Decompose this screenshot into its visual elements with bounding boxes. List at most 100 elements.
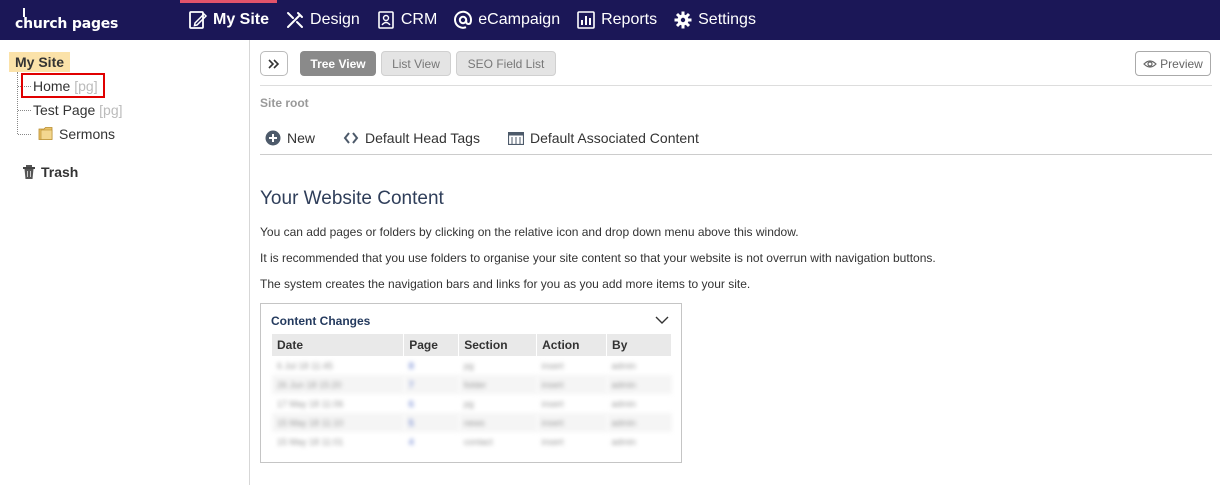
column-header-by[interactable]: By: [606, 334, 672, 356]
cell-by: admin: [606, 413, 672, 432]
edit-page-icon: [188, 10, 208, 30]
tree-connector: [18, 134, 31, 135]
cell-date: 6 Jul 18 11:45: [277, 360, 333, 371]
cell-date: 15 May 18 11:01: [277, 436, 344, 447]
default-associated-content-button[interactable]: Default Associated Content: [507, 130, 699, 146]
page-title: Your Website Content: [260, 188, 444, 209]
content-changes-panel: Content Changes Date Page Section Action…: [260, 303, 682, 463]
list-view-button[interactable]: List View: [381, 51, 451, 76]
page-type-badge: [pg]: [99, 102, 123, 118]
contact-card-icon: [376, 10, 396, 30]
table-row[interactable]: 6 Jul 18 11:45 8 pg insert admin: [272, 356, 672, 375]
nav-design[interactable]: Design: [277, 0, 368, 40]
at-sign-icon: [453, 10, 473, 30]
cell-date: 15 May 18 11:10: [272, 413, 404, 432]
table-row[interactable]: 15 May 18 11:10 5 news insert admin: [272, 413, 672, 432]
preview-label: Preview: [1160, 56, 1203, 71]
trash-label: Trash: [41, 164, 79, 180]
nav-ecampaign[interactable]: eCampaign: [445, 0, 568, 40]
cell-action: insert: [536, 375, 607, 394]
divider: [260, 85, 1212, 86]
preview-button[interactable]: Preview: [1135, 51, 1211, 76]
nav-my-site[interactable]: My Site: [180, 0, 278, 40]
code-brackets-icon: [343, 132, 359, 144]
double-chevron-right-icon: [268, 58, 280, 69]
cell-page-link[interactable]: 6: [404, 394, 459, 413]
logo-text: church pages: [15, 16, 119, 32]
cell-by: admin: [606, 375, 672, 394]
associated-content-label: Default Associated Content: [529, 130, 699, 146]
seo-field-list-button[interactable]: SEO Field List: [456, 51, 556, 76]
nav-label: My Site: [213, 11, 270, 28]
nav-label: CRM: [400, 11, 438, 28]
table-row[interactable]: 15 May 18 11:01 4 contact insert admin: [272, 432, 672, 451]
tree-item-test-page[interactable]: Test Page [pg]: [33, 102, 123, 118]
cell-page-link[interactable]: 5: [403, 413, 459, 432]
cell-section: contact: [463, 436, 493, 447]
nav-label: Reports: [601, 11, 658, 28]
head-tags-label: Default Head Tags: [365, 130, 480, 146]
tree-item-label: Sermons: [59, 126, 116, 142]
cell-action: insert: [541, 398, 564, 409]
tree-view-button[interactable]: Tree View: [300, 51, 376, 76]
column-header-section[interactable]: Section: [458, 334, 538, 356]
cell-action: insert: [536, 413, 607, 432]
tree-item-trash[interactable]: Trash: [22, 164, 78, 180]
tree-connector: [17, 72, 18, 134]
cell-section: folder: [458, 375, 537, 394]
nav-label: Design: [310, 11, 360, 28]
default-head-tags-button[interactable]: Default Head Tags: [343, 130, 480, 146]
new-button[interactable]: New: [265, 130, 315, 146]
trash-icon: [23, 165, 35, 179]
eye-icon: [1143, 59, 1158, 68]
cell-page-link[interactable]: 8: [404, 356, 459, 375]
cell-by: admin: [611, 398, 637, 409]
new-label: New: [287, 130, 316, 146]
cell-date: 26 Jun 18 15:20: [272, 375, 404, 394]
top-navigation-bar: church pages My Site Design CRM eCampaig…: [0, 0, 1220, 40]
tree-item-label: Test Page: [33, 102, 96, 118]
tree-root-my-site[interactable]: My Site: [9, 52, 71, 72]
cell-section: pg: [463, 398, 474, 409]
table-header-row: Date Page Section Action By: [272, 334, 672, 356]
cell-section: news: [458, 413, 537, 432]
gear-icon: [673, 10, 693, 30]
content-changes-title: Content Changes: [271, 314, 371, 328]
site-actions: New Default Head Tags Default Associated…: [260, 128, 727, 148]
table-row[interactable]: 17 May 18 11:06 6 pg insert admin: [272, 394, 672, 413]
cell-action: insert: [541, 436, 564, 447]
info-paragraph: It is recommended that you use folders t…: [260, 251, 936, 265]
main-content: Tree View List View SEO Field List Previ…: [250, 40, 1220, 485]
church-pages-logo[interactable]: church pages: [15, 8, 125, 34]
table-row[interactable]: 26 Jun 18 15:20 7 folder insert admin: [272, 375, 672, 394]
cell-section: pg: [463, 360, 474, 371]
nav-label: eCampaign: [478, 11, 561, 28]
folder-icon: [38, 127, 53, 140]
site-root-label: Site root: [260, 96, 309, 110]
column-header-action[interactable]: Action: [536, 334, 608, 356]
content-changes-table: Date Page Section Action By 6 Jul 18 11:…: [272, 334, 672, 451]
info-paragraph: You can add pages or folders by clicking…: [260, 225, 799, 239]
cell-date: 17 May 18 11:06: [277, 398, 344, 409]
site-tree-sidebar: My Site Home [pg] Test Page [pg] Sermons…: [0, 40, 250, 485]
nav-crm[interactable]: CRM: [368, 0, 445, 40]
cell-by: admin: [611, 360, 637, 371]
tree-item-sermons[interactable]: Sermons: [59, 126, 115, 142]
bar-chart-icon: [576, 10, 596, 30]
cell-action: insert: [541, 360, 564, 371]
column-header-date[interactable]: Date: [272, 334, 405, 356]
plus-circle-icon: [265, 130, 281, 146]
cell-page-link[interactable]: 4: [404, 432, 459, 451]
nav-reports[interactable]: Reports: [568, 0, 665, 40]
nav-label: Settings: [698, 11, 756, 28]
tree-connector: [18, 110, 31, 111]
expand-sidebar-button[interactable]: [260, 51, 288, 76]
cell-page-link[interactable]: 7: [403, 375, 459, 394]
content-grid-icon: [507, 131, 524, 145]
design-tools-icon: [285, 10, 305, 30]
nav-settings[interactable]: Settings: [665, 0, 764, 40]
main-nav: My Site Design CRM eCampaign Reports Set…: [180, 0, 764, 40]
selection-highlight: [21, 73, 105, 98]
column-header-page[interactable]: Page: [403, 334, 460, 356]
chevron-down-icon[interactable]: [655, 316, 669, 325]
